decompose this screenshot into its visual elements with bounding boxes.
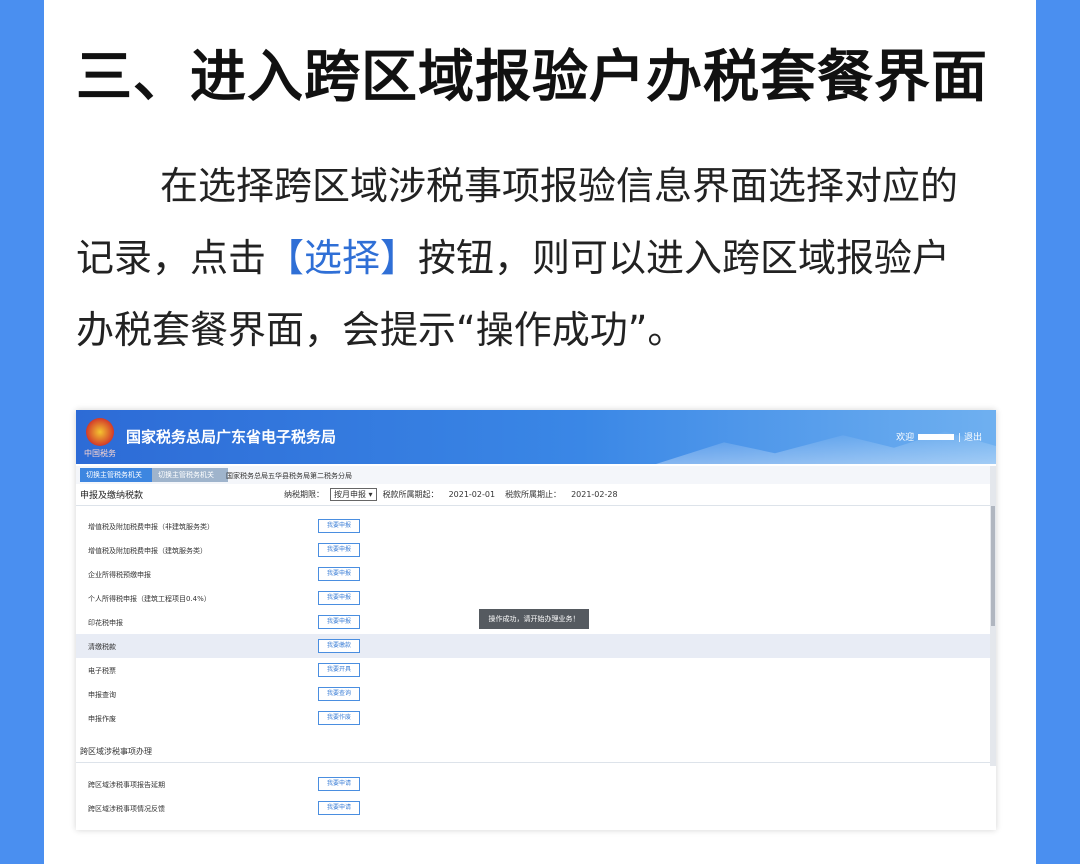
logout-link[interactable]: | 退出 [958, 430, 982, 443]
table-row: 申报作废 我要作废 [76, 706, 996, 730]
row-label: 跨区域涉税事项情况反馈 [88, 805, 165, 813]
scrollbar[interactable] [990, 466, 996, 766]
row-label: 增值税及附加税费申报（非建筑服务类） [88, 523, 214, 531]
divider [76, 762, 996, 763]
row-action-button[interactable]: 我要申报 [318, 591, 360, 605]
row-label: 申报查询 [88, 691, 116, 699]
para-highlight: 【选择】 [266, 236, 419, 280]
site-banner: 中国税务 国家税务总局广东省电子税务局 欢迎 | 退出 [76, 410, 996, 464]
divider [76, 505, 996, 506]
switch-authority-tab-1[interactable]: 切换主管税务机关 [80, 468, 156, 482]
table-row: 跨区域涉税事项情况反馈 我要申请 [76, 796, 996, 820]
table-row: 个人所得税申报（建筑工程项目0.4%） 我要申报 [76, 586, 996, 610]
emblem-caption: 中国税务 [84, 449, 116, 458]
user-area: 欢迎 | 退出 [896, 430, 982, 443]
row-label: 清缴税款 [88, 643, 116, 651]
article-heading: 三、进入跨区域报验户办税套餐界面 [76, 45, 988, 110]
row-label: 申报作废 [88, 715, 116, 723]
row-label: 企业所得税预缴申报 [88, 571, 151, 579]
row-action-button[interactable]: 我要申报 [318, 567, 360, 581]
table-row: 企业所得税预缴申报 我要申报 [76, 562, 996, 586]
start-label: 税款所属期起： [382, 490, 439, 499]
welcome-label: 欢迎 [896, 433, 915, 443]
username-redacted [918, 433, 955, 440]
embedded-screenshot: 中国税务 国家税务总局广东省电子税务局 欢迎 | 退出 切换主管税务机关 切换主… [76, 410, 996, 830]
row-label: 个人所得税申报（建筑工程项目0.4%） [88, 595, 211, 603]
table-row: 电子税票 我要开具 [76, 658, 996, 682]
row-action-button[interactable]: 我要作废 [318, 711, 360, 725]
row-action-button[interactable]: 我要缴款 [318, 639, 360, 653]
tax-emblem-icon [86, 418, 114, 446]
subsection-title: 跨区域涉税事项办理 [80, 747, 152, 756]
period-label: 纳税期限： [284, 490, 324, 499]
table-row: 清缴税款 我要缴款 [76, 634, 996, 658]
row-action-button[interactable]: 我要申报 [318, 543, 360, 557]
row-action-button[interactable]: 我要申请 [318, 801, 360, 815]
row-label: 跨区域涉税事项报告延期 [88, 781, 165, 789]
period-select[interactable]: 按月申报 ▾ [330, 488, 377, 501]
row-action-button[interactable]: 我要申报 [318, 519, 360, 533]
filter-bar: 纳税期限： 按月申报 ▾ 税款所属期起： 2021-02-01 税款所属期止： … [284, 488, 622, 501]
article-paragraph: 在选择跨区域涉税事项报验信息界面选择对应的记录，点击【选择】按钮，则可以进入跨区… [76, 150, 976, 366]
start-date[interactable]: 2021-02-01 [445, 490, 500, 499]
table-row: 增值税及附加税费申报（建筑服务类） 我要申报 [76, 538, 996, 562]
table-row: 申报查询 我要查询 [76, 682, 996, 706]
site-title: 国家税务总局广东省电子税务局 [126, 428, 337, 446]
switch-authority-tab-2[interactable]: 切换主管税务机关 [152, 468, 228, 482]
section-title: 申报及缴纳税款 [80, 491, 144, 501]
row-action-button[interactable]: 我要申报 [318, 615, 360, 629]
row-label: 印花税申报 [88, 619, 123, 627]
row-action-button[interactable]: 我要申请 [318, 777, 360, 791]
scroll-thumb[interactable] [991, 506, 995, 626]
success-toast: 操作成功，请开始办理业务！ [479, 609, 589, 629]
end-label: 税款所属期止： [505, 490, 562, 499]
row-action-button[interactable]: 我要查询 [318, 687, 360, 701]
row-label: 电子税票 [88, 667, 116, 675]
table-row: 增值税及附加税费申报（非建筑服务类） 我要申报 [76, 514, 996, 538]
end-date[interactable]: 2021-02-28 [567, 490, 622, 499]
table-row: 跨区域涉税事项报告延期 我要申请 [76, 772, 996, 796]
period-value: 按月申报 [334, 490, 366, 499]
org-name: 国家税务总局五华县税务局第二税务分局 [226, 472, 352, 480]
row-label: 增值税及附加税费申报（建筑服务类） [88, 547, 207, 555]
row-action-button[interactable]: 我要开具 [318, 663, 360, 677]
